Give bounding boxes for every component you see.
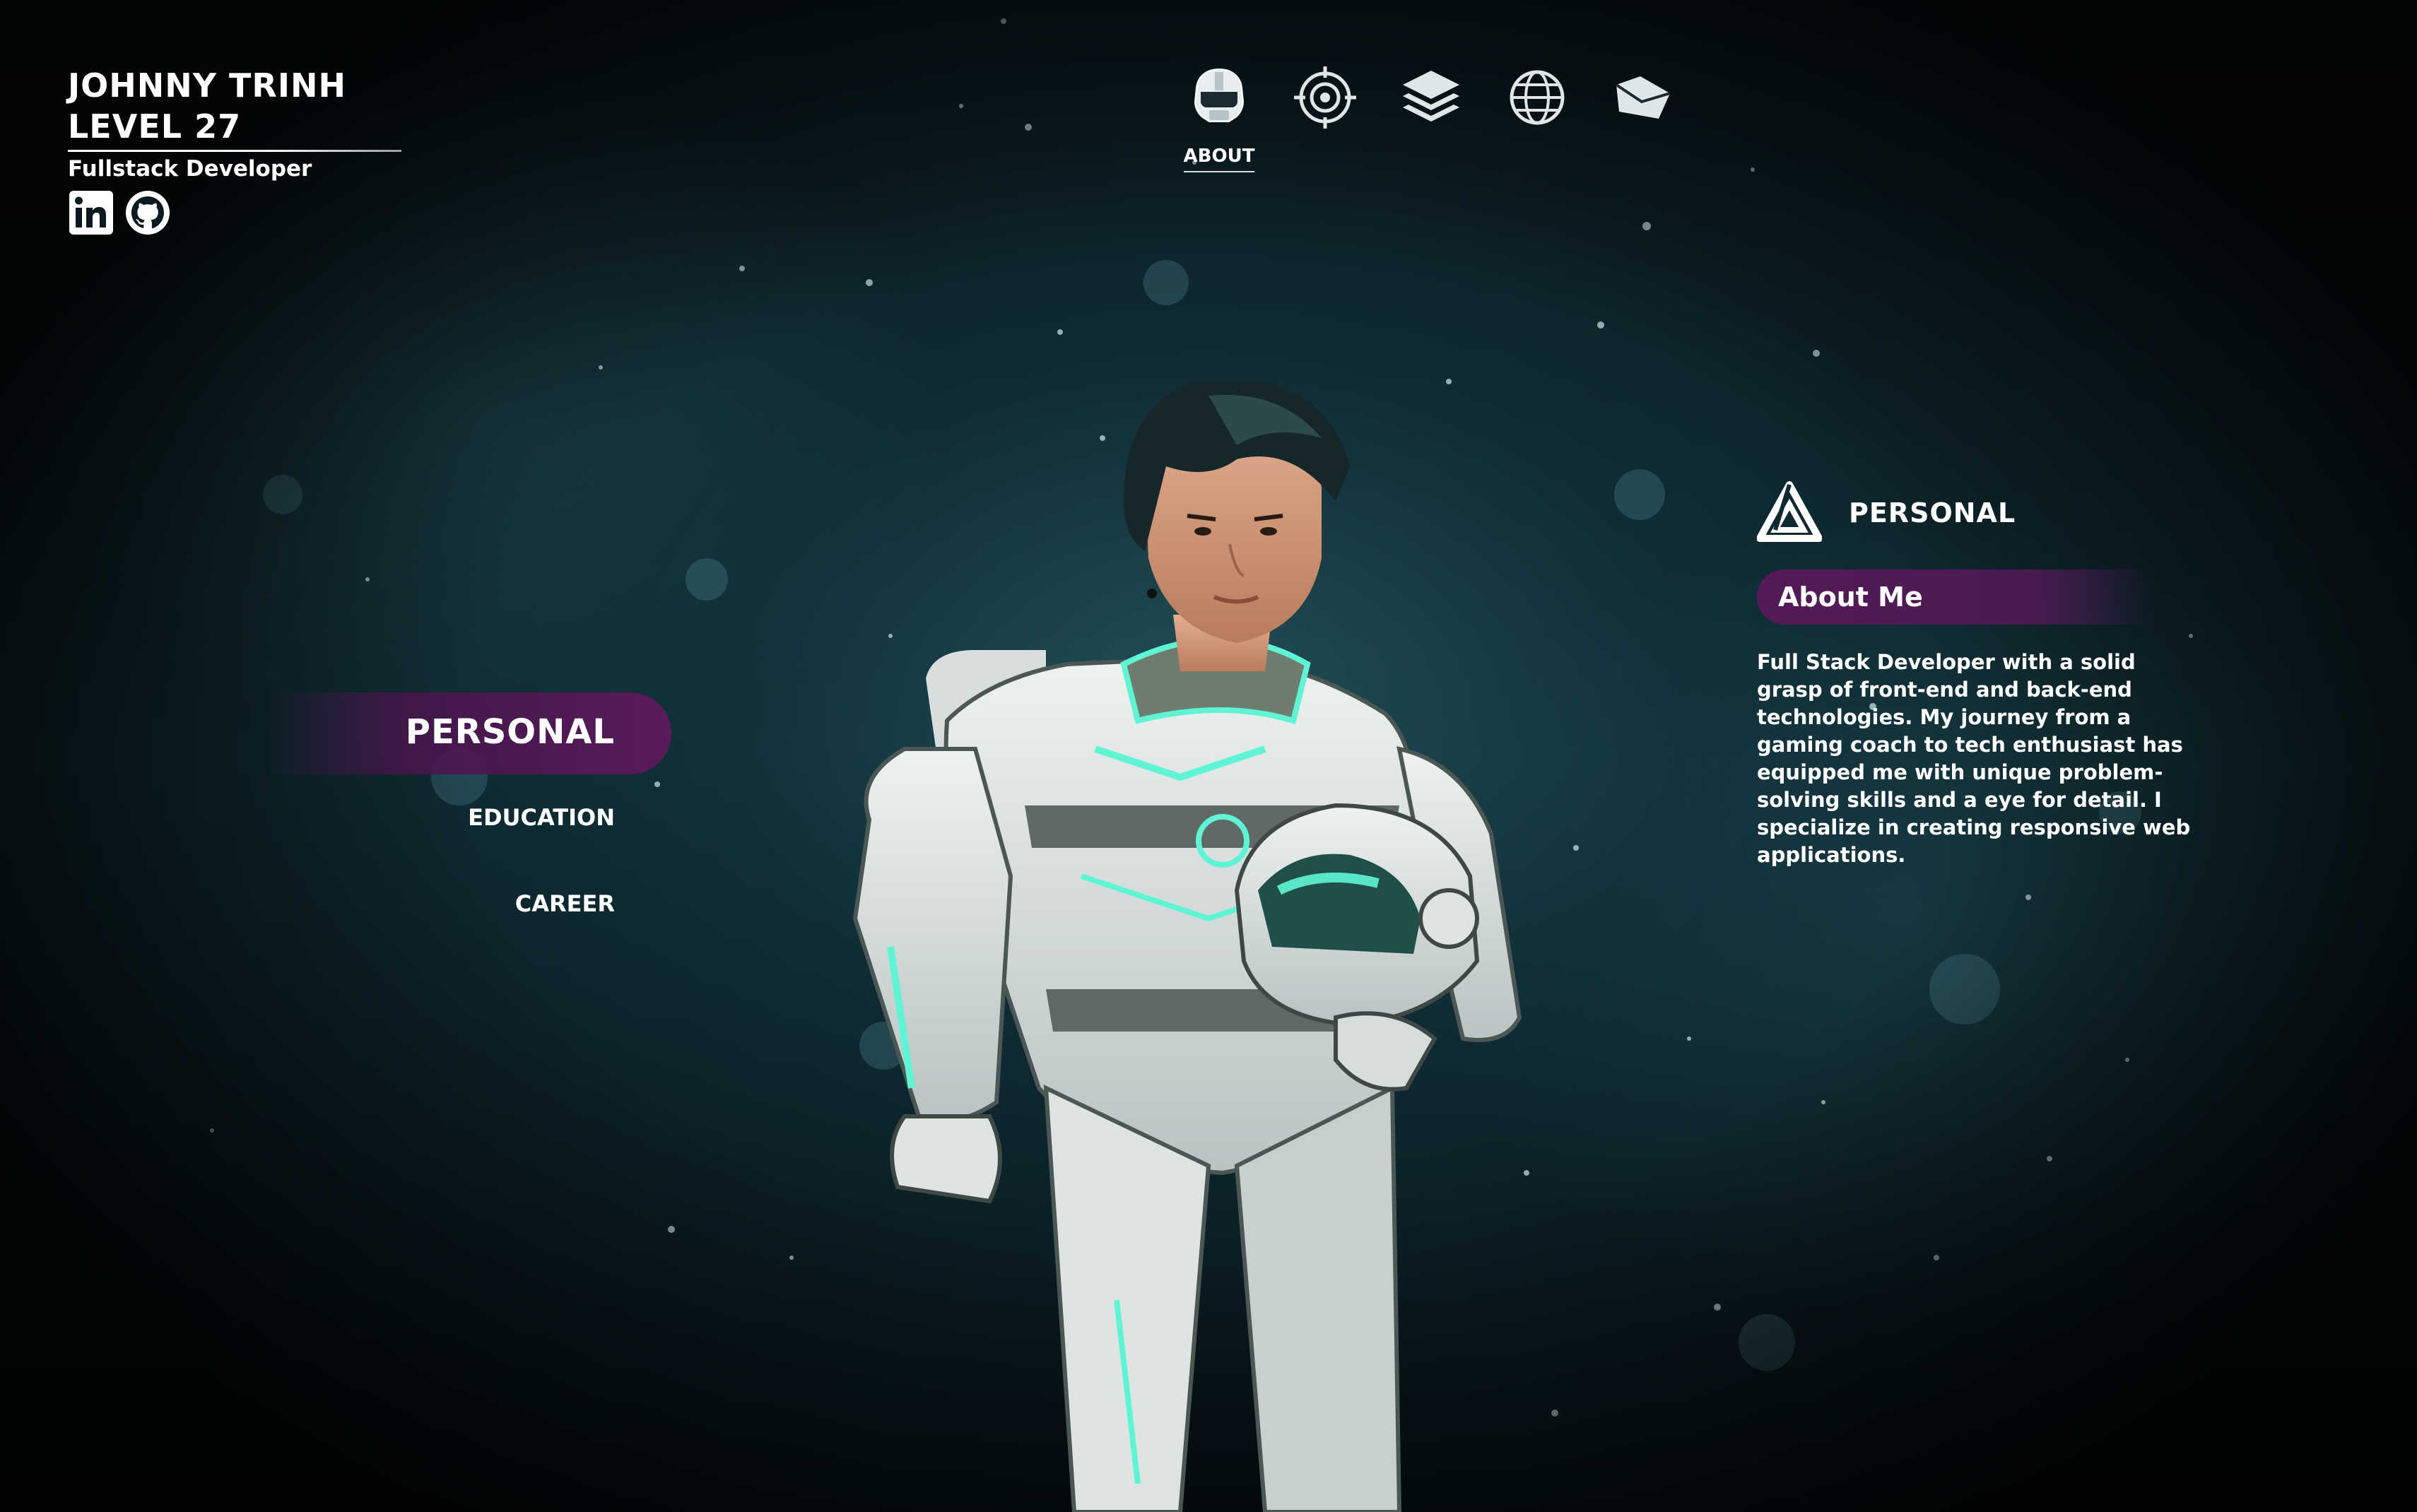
profile-block: JOHNNY TRINH LEVEL 27 Fullstack Develope…	[68, 65, 401, 182]
about-text: Full Stack Developer with a solid grasp …	[1757, 650, 2191, 867]
top-nav: ABOUT	[1166, 64, 1696, 172]
profile-divider	[68, 150, 401, 152]
social-links	[68, 189, 171, 236]
envelope-icon	[1615, 76, 1671, 119]
section-career[interactable]: CAREER	[269, 890, 671, 917]
target-icon	[1294, 66, 1356, 129]
info-subtitle: About Me	[1778, 581, 1923, 613]
info-header: PERSONAL	[1757, 480, 2195, 545]
layers-icon	[1403, 71, 1459, 122]
player-role: Fullstack Developer	[68, 156, 312, 182]
helmet-icon	[1194, 68, 1245, 122]
info-subtitle-bar: About Me	[1757, 569, 2153, 625]
nav-about[interactable]: ABOUT	[1166, 64, 1272, 172]
section-personal-label: PERSONAL	[405, 712, 615, 752]
nav-about-label: ABOUT	[1183, 146, 1255, 172]
armored-character-portrait	[852, 382, 1522, 1512]
linkedin-icon[interactable]	[68, 189, 114, 236]
info-title: PERSONAL	[1849, 497, 2016, 528]
section-menu: PERSONAL EDUCATION CAREER	[269, 692, 671, 917]
nav-projects[interactable]	[1378, 64, 1484, 172]
triangle-logo-icon	[1757, 481, 1822, 542]
info-panel: PERSONAL About Me Full Stack Developer w…	[1757, 480, 2195, 869]
player-name: JOHNNY TRINH	[68, 66, 346, 105]
nav-contact[interactable]	[1590, 64, 1696, 172]
github-icon[interactable]	[124, 189, 171, 236]
section-education[interactable]: EDUCATION	[269, 804, 671, 831]
nav-skills[interactable]	[1272, 64, 1378, 172]
globe-icon	[1510, 70, 1565, 125]
section-personal[interactable]: PERSONAL	[269, 692, 671, 774]
player-level: LEVEL 27	[68, 107, 242, 146]
nav-world[interactable]	[1484, 64, 1590, 172]
